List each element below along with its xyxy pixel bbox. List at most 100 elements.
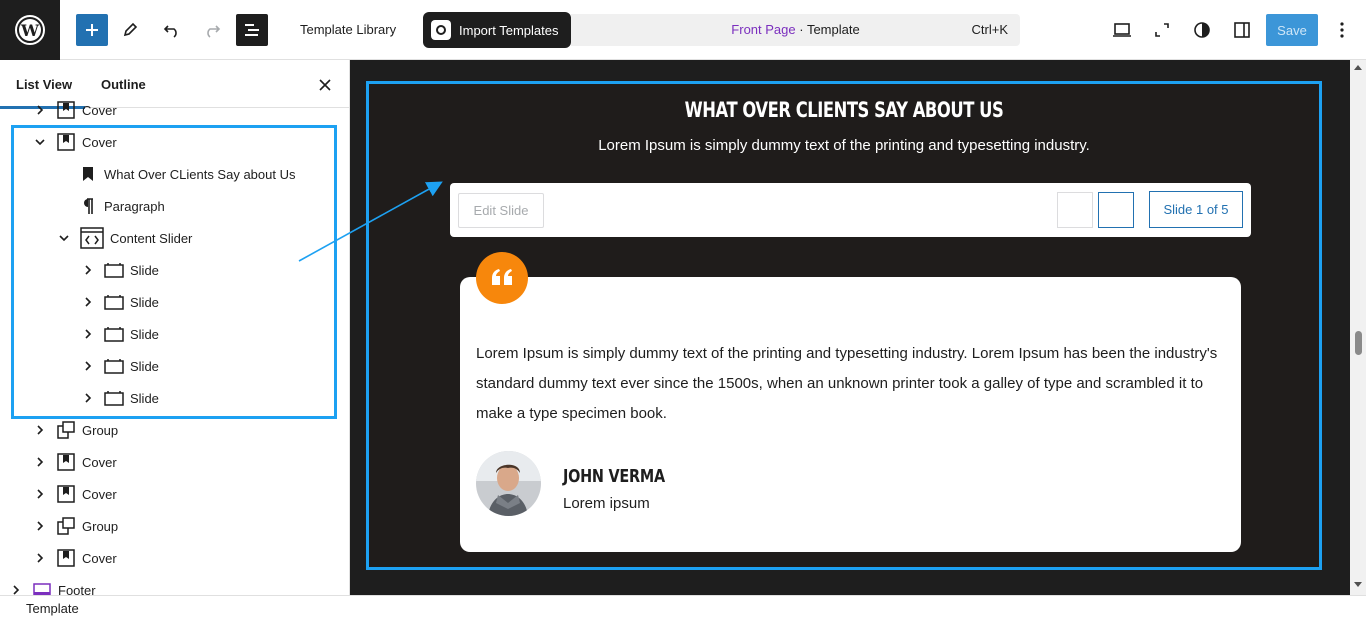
list-item[interactable]: Cover (32, 130, 117, 154)
tab-list-view[interactable]: List View (16, 77, 72, 92)
list-item-label: Slide (130, 358, 159, 374)
chevron-right-icon[interactable] (80, 294, 96, 310)
scroll-down-icon[interactable] (1354, 582, 1362, 588)
chevron-right-icon[interactable] (80, 262, 96, 278)
author-role[interactable]: Lorem ipsum (563, 495, 650, 512)
bookmark-icon (80, 164, 96, 184)
slide-counter: Slide 1 of 5 (1149, 191, 1243, 228)
template-library-link[interactable]: Template Library (300, 22, 396, 37)
list-item-label: Group (82, 518, 119, 534)
chevron-right-icon[interactable] (32, 422, 48, 438)
block-breadcrumb-bar: Template (0, 595, 1366, 620)
edit-slide-button[interactable]: Edit Slide (458, 193, 544, 228)
group-icon (56, 516, 76, 536)
paragraph-icon (80, 196, 96, 216)
document-title: Front Page · Template (571, 22, 1020, 37)
desktop-preview-icon[interactable] (1110, 18, 1134, 42)
list-item[interactable]: Footer (8, 578, 96, 595)
list-view-button[interactable] (236, 14, 268, 46)
list-item-label: What Over CLients Say about Us (104, 166, 296, 182)
tab-outline[interactable]: Outline (101, 77, 146, 92)
chevron-right-icon[interactable] (80, 358, 96, 374)
list-item[interactable]: What Over CLients Say about Us (80, 162, 295, 186)
cover-block[interactable]: WHAT OVER CLIENTS SAY ABOUT US Lorem Ips… (366, 81, 1322, 570)
list-item[interactable]: Slide (80, 322, 159, 346)
canvas-scrollbar[interactable] (1350, 60, 1366, 595)
more-options-icon[interactable] (1330, 18, 1354, 42)
slide-icon (104, 324, 124, 344)
cover-icon (56, 100, 76, 120)
chevron-right-icon[interactable] (8, 582, 24, 595)
list-item[interactable]: Cover (32, 482, 117, 506)
close-icon[interactable] (316, 76, 334, 94)
chevron-right-icon[interactable] (32, 454, 48, 470)
list-item[interactable]: Slide (80, 258, 159, 282)
list-item[interactable]: Cover (32, 546, 117, 570)
previous-slide-button[interactable] (1057, 192, 1093, 228)
import-templates-button[interactable]: Import Templates (423, 12, 571, 48)
list-item[interactable]: Slide (80, 290, 159, 314)
slide-icon (104, 292, 124, 312)
import-icon (431, 20, 451, 40)
testimonial-text[interactable]: Lorem Ipsum is simply dummy text of the … (476, 339, 1226, 429)
redo-icon[interactable] (200, 18, 224, 42)
next-slide-button[interactable] (1098, 192, 1134, 228)
testimonial-card[interactable]: Lorem Ipsum is simply dummy text of the … (460, 277, 1241, 552)
list-item[interactable]: Paragraph (80, 194, 165, 218)
cover-icon (56, 548, 76, 568)
list-item-label: Slide (130, 326, 159, 342)
slide-icon (104, 356, 124, 376)
chevron-right-icon[interactable] (32, 550, 48, 566)
list-item-label: Cover (82, 134, 117, 150)
scroll-up-icon[interactable] (1354, 64, 1362, 70)
scroll-thumb[interactable] (1355, 331, 1362, 355)
command-shortcut: Ctrl+K (971, 22, 1008, 37)
cover-icon (56, 484, 76, 504)
styles-contrast-icon[interactable] (1190, 18, 1214, 42)
wordpress-logo-icon[interactable]: W (0, 0, 60, 60)
list-view-sidebar: List View Outline Cover Cover What Over … (0, 60, 350, 595)
list-item[interactable]: Content Slider (56, 226, 192, 250)
slide-icon (104, 260, 124, 280)
list-item-label: Cover (82, 486, 117, 502)
editor-canvas: WHAT OVER CLIENTS SAY ABOUT US Lorem Ips… (350, 60, 1354, 595)
list-item-label: Content Slider (110, 230, 193, 246)
list-item[interactable]: Slide (80, 386, 159, 410)
chevron-right-icon[interactable] (32, 518, 48, 534)
chevron-right-icon[interactable] (32, 486, 48, 502)
slider-toolbar: Edit Slide Slide 1 of 5 (450, 183, 1251, 237)
list-item-label: Paragraph (104, 198, 165, 214)
command-palette-bar[interactable]: Front Page · Template Ctrl+K (571, 14, 1020, 46)
chevron-down-icon[interactable] (56, 230, 72, 246)
document-title-type: · Template (795, 22, 860, 37)
list-item-label: Slide (130, 390, 159, 406)
chevron-down-icon[interactable] (32, 134, 48, 150)
list-item[interactable]: Group (32, 418, 118, 442)
chevron-right-icon[interactable] (80, 390, 96, 406)
group-icon (56, 420, 76, 440)
chevron-right-icon[interactable] (32, 102, 48, 118)
settings-panel-icon[interactable] (1230, 18, 1254, 42)
cover-icon (56, 452, 76, 472)
author-name[interactable]: JOHN VERMA (563, 466, 665, 487)
slider-icon (80, 227, 104, 249)
undo-icon[interactable] (160, 18, 184, 42)
list-item-label: Slide (130, 294, 159, 310)
cover-paragraph[interactable]: Lorem Ipsum is simply dummy text of the … (369, 137, 1319, 154)
cover-heading[interactable]: WHAT OVER CLIENTS SAY ABOUT US (474, 98, 1215, 122)
footer-icon (32, 580, 52, 595)
add-block-button[interactable] (76, 14, 108, 46)
pencil-icon[interactable] (118, 18, 142, 42)
list-item[interactable]: Cover (32, 450, 117, 474)
quote-icon (476, 252, 528, 304)
chevron-right-icon[interactable] (80, 326, 96, 342)
list-item-label: Cover (82, 102, 117, 118)
list-item[interactable]: Slide (80, 354, 159, 378)
avatar (476, 451, 541, 516)
list-item[interactable]: Group (32, 514, 118, 538)
document-title-link[interactable]: Front Page (731, 22, 795, 37)
fullscreen-icon[interactable] (1150, 18, 1174, 42)
list-item[interactable]: Cover (32, 98, 117, 122)
breadcrumb[interactable]: Template (26, 601, 79, 616)
save-button[interactable]: Save (1266, 14, 1318, 46)
